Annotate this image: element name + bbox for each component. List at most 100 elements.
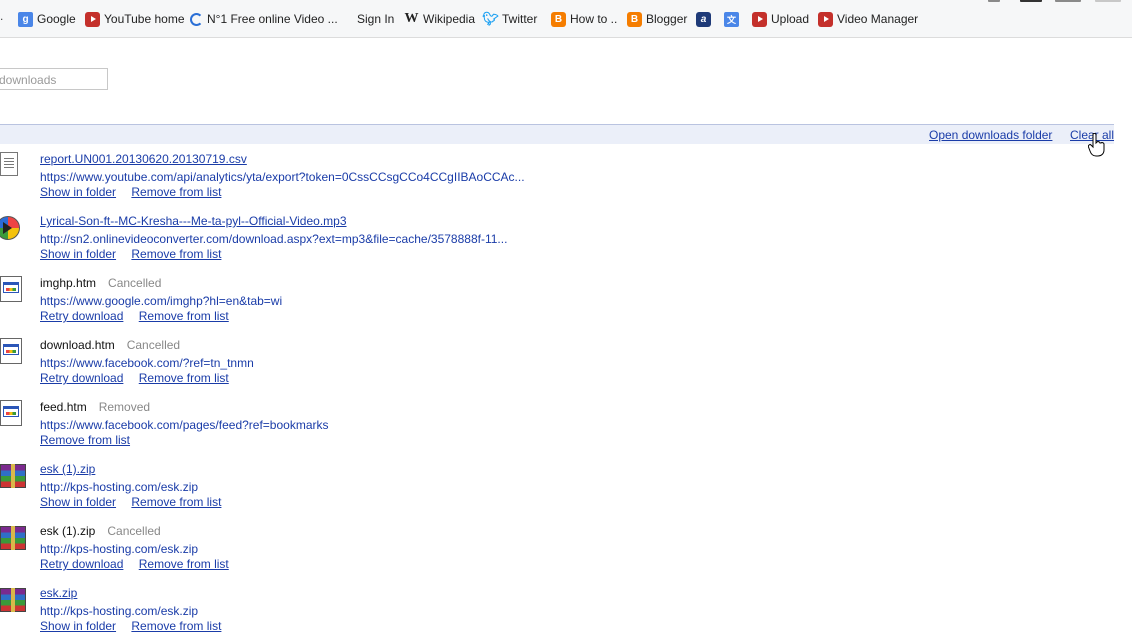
- csv-file-icon: [0, 152, 18, 176]
- item-actions: Show in folder Remove from list: [40, 619, 233, 633]
- bookmark-label: How to ..: [570, 12, 618, 26]
- file-name-row: feed.htm Removed: [40, 400, 150, 414]
- bookmark-label: Blogger: [646, 12, 688, 26]
- source-url[interactable]: http://sn2.onlinevideoconverter.com/down…: [40, 232, 507, 246]
- bookmark-label: Twitter: [502, 12, 538, 26]
- youtube-icon: [85, 11, 100, 27]
- file-name[interactable]: esk (1).zip: [40, 462, 95, 476]
- bookmark-translate[interactable]: 文: [724, 11, 739, 27]
- settings-icon[interactable]: [1055, 0, 1081, 2]
- bookmark-blogger[interactable]: B Blogger: [627, 11, 687, 27]
- bookmark-a[interactable]: a: [696, 11, 711, 27]
- file-name[interactable]: Lyrical-Son-ft--MC-Kresha---Me-ta-pyl--O…: [40, 214, 347, 228]
- bookmark-label: YouTube home: [104, 12, 185, 26]
- file-name-link[interactable]: esk.zip: [40, 586, 77, 600]
- twitter-icon: 🐦︎: [482, 11, 499, 26]
- remove-from-list-link[interactable]: Remove from list: [131, 619, 221, 633]
- bookmarks-bar: . g Google YouTube home N°1 Free online …: [0, 0, 1132, 38]
- download-item: imghp.htm Cancelled https://www.google.co…: [0, 274, 1114, 334]
- converter-icon: [190, 12, 203, 26]
- zip-file-icon: [0, 588, 26, 612]
- bookmark-youtube-home[interactable]: YouTube home: [85, 11, 185, 27]
- bookmark-label: Wikipedia: [423, 12, 476, 26]
- file-name[interactable]: report.UN001.20130620.20130719.csv: [40, 152, 247, 166]
- remove-from-list-link[interactable]: Remove from list: [131, 495, 221, 509]
- bookmark-label: N°1 Free online Video ...: [207, 12, 338, 26]
- google-icon: g: [18, 11, 33, 27]
- bookmark-video-manager[interactable]: Video Manager: [818, 11, 918, 27]
- file-name-row: esk (1).zip Cancelled: [40, 524, 161, 538]
- bookmark-wikipedia[interactable]: W Wikipedia: [404, 11, 476, 27]
- bookmark-label: Sign In: [357, 12, 395, 26]
- source-url[interactable]: http://kps-hosting.com/esk.zip: [40, 480, 198, 494]
- download-item: download.htm Cancelled https://www.facebo…: [0, 336, 1114, 396]
- item-actions: Remove from list: [40, 433, 142, 447]
- item-actions: Retry download Remove from list: [40, 309, 241, 323]
- file-name-link[interactable]: report.UN001.20130620.20130719.csv: [40, 152, 247, 166]
- remove-from-list-link[interactable]: Remove from list: [131, 247, 221, 261]
- download-item: feed.htm Removed https://www.facebook.com…: [0, 398, 1114, 458]
- remove-from-list-link[interactable]: Remove from list: [139, 557, 229, 571]
- bookmark-sign-in[interactable]: Sign In: [338, 11, 394, 27]
- download-item: esk.zip http://kps-hosting.com/esk.zip S…: [0, 584, 1114, 644]
- bookmark-label: Video Manager: [837, 12, 919, 26]
- scroll-arrow-icon[interactable]: [988, 0, 1000, 2]
- download-item: esk (1).zip Cancelled http://kps-hosting.…: [0, 522, 1114, 582]
- status-label: Cancelled: [126, 338, 181, 352]
- show-in-folder-link[interactable]: Show in folder: [40, 185, 116, 199]
- source-url[interactable]: https://www.google.com/imghp?hl=en&tab=w…: [40, 294, 282, 308]
- source-url[interactable]: http://kps-hosting.com/esk.zip: [40, 604, 198, 618]
- search-downloads-input[interactable]: [0, 68, 108, 90]
- file-name: feed.htm: [40, 400, 87, 414]
- remove-from-list-link[interactable]: Remove from list: [139, 309, 229, 323]
- item-actions: Show in folder Remove from list: [40, 495, 233, 509]
- bookmarks-edge: .: [0, 9, 4, 23]
- youtube-icon: [752, 11, 767, 27]
- retry-download-link[interactable]: Retry download: [40, 557, 123, 571]
- microsoft-icon: [338, 12, 353, 27]
- extension-icon[interactable]: [1095, 0, 1121, 2]
- source-url[interactable]: https://www.facebook.com/?ref=tn_tnmn: [40, 356, 254, 370]
- zip-file-icon: [0, 526, 26, 550]
- htm-file-icon: [0, 276, 22, 302]
- bookmark-video-converter[interactable]: N°1 Free online Video ...: [190, 11, 338, 27]
- source-url[interactable]: https://www.facebook.com/pages/feed?ref=…: [40, 418, 329, 432]
- source-url[interactable]: http://kps-hosting.com/esk.zip: [40, 542, 198, 556]
- bookmark-twitter[interactable]: 🐦︎ Twitter: [482, 11, 538, 27]
- retry-download-link[interactable]: Retry download: [40, 371, 123, 385]
- file-name[interactable]: esk.zip: [40, 586, 77, 600]
- status-label: Removed: [98, 400, 151, 414]
- item-actions: Retry download Remove from list: [40, 557, 241, 571]
- remove-from-list-link[interactable]: Remove from list: [40, 433, 130, 447]
- file-name-row: imghp.htm Cancelled: [40, 276, 161, 290]
- htm-file-icon: [0, 400, 22, 426]
- remove-from-list-link[interactable]: Remove from list: [131, 185, 221, 199]
- file-name: imghp.htm: [40, 276, 97, 290]
- item-actions: Show in folder Remove from list: [40, 247, 233, 261]
- file-name-link[interactable]: Lyrical-Son-ft--MC-Kresha---Me-ta-pyl--O…: [40, 214, 347, 228]
- bookmark-label: Upload: [771, 12, 810, 26]
- bookmark-how-to[interactable]: B How to ..: [551, 11, 617, 27]
- retry-download-link[interactable]: Retry download: [40, 309, 123, 323]
- file-name: esk (1).zip: [40, 524, 96, 538]
- file-name: download.htm: [40, 338, 115, 352]
- remove-from-list-link[interactable]: Remove from list: [139, 371, 229, 385]
- source-url[interactable]: https://www.youtube.com/api/analytics/yt…: [40, 170, 525, 184]
- show-in-folder-link[interactable]: Show in folder: [40, 619, 116, 633]
- translate-icon: 文: [724, 11, 739, 27]
- open-downloads-folder-link[interactable]: Open downloads folder: [929, 128, 1052, 142]
- download-item: report.UN001.20130620.20130719.csv https…: [0, 150, 1114, 210]
- show-in-folder-link[interactable]: Show in folder: [40, 247, 116, 261]
- item-actions: Show in folder Remove from list: [40, 185, 233, 199]
- bookmark-google[interactable]: g Google: [18, 11, 76, 27]
- item-actions: Retry download Remove from list: [40, 371, 241, 385]
- hand-cursor-icon: [1088, 133, 1105, 157]
- zip-file-icon: [0, 464, 26, 488]
- file-name-link[interactable]: esk (1).zip: [40, 462, 95, 476]
- menu-icon[interactable]: [1020, 0, 1042, 2]
- bookmark-upload[interactable]: Upload: [752, 11, 809, 27]
- bookmark-label: Google: [37, 12, 76, 26]
- a-icon: a: [696, 11, 711, 27]
- file-name-row: download.htm Cancelled: [40, 338, 180, 352]
- show-in-folder-link[interactable]: Show in folder: [40, 495, 116, 509]
